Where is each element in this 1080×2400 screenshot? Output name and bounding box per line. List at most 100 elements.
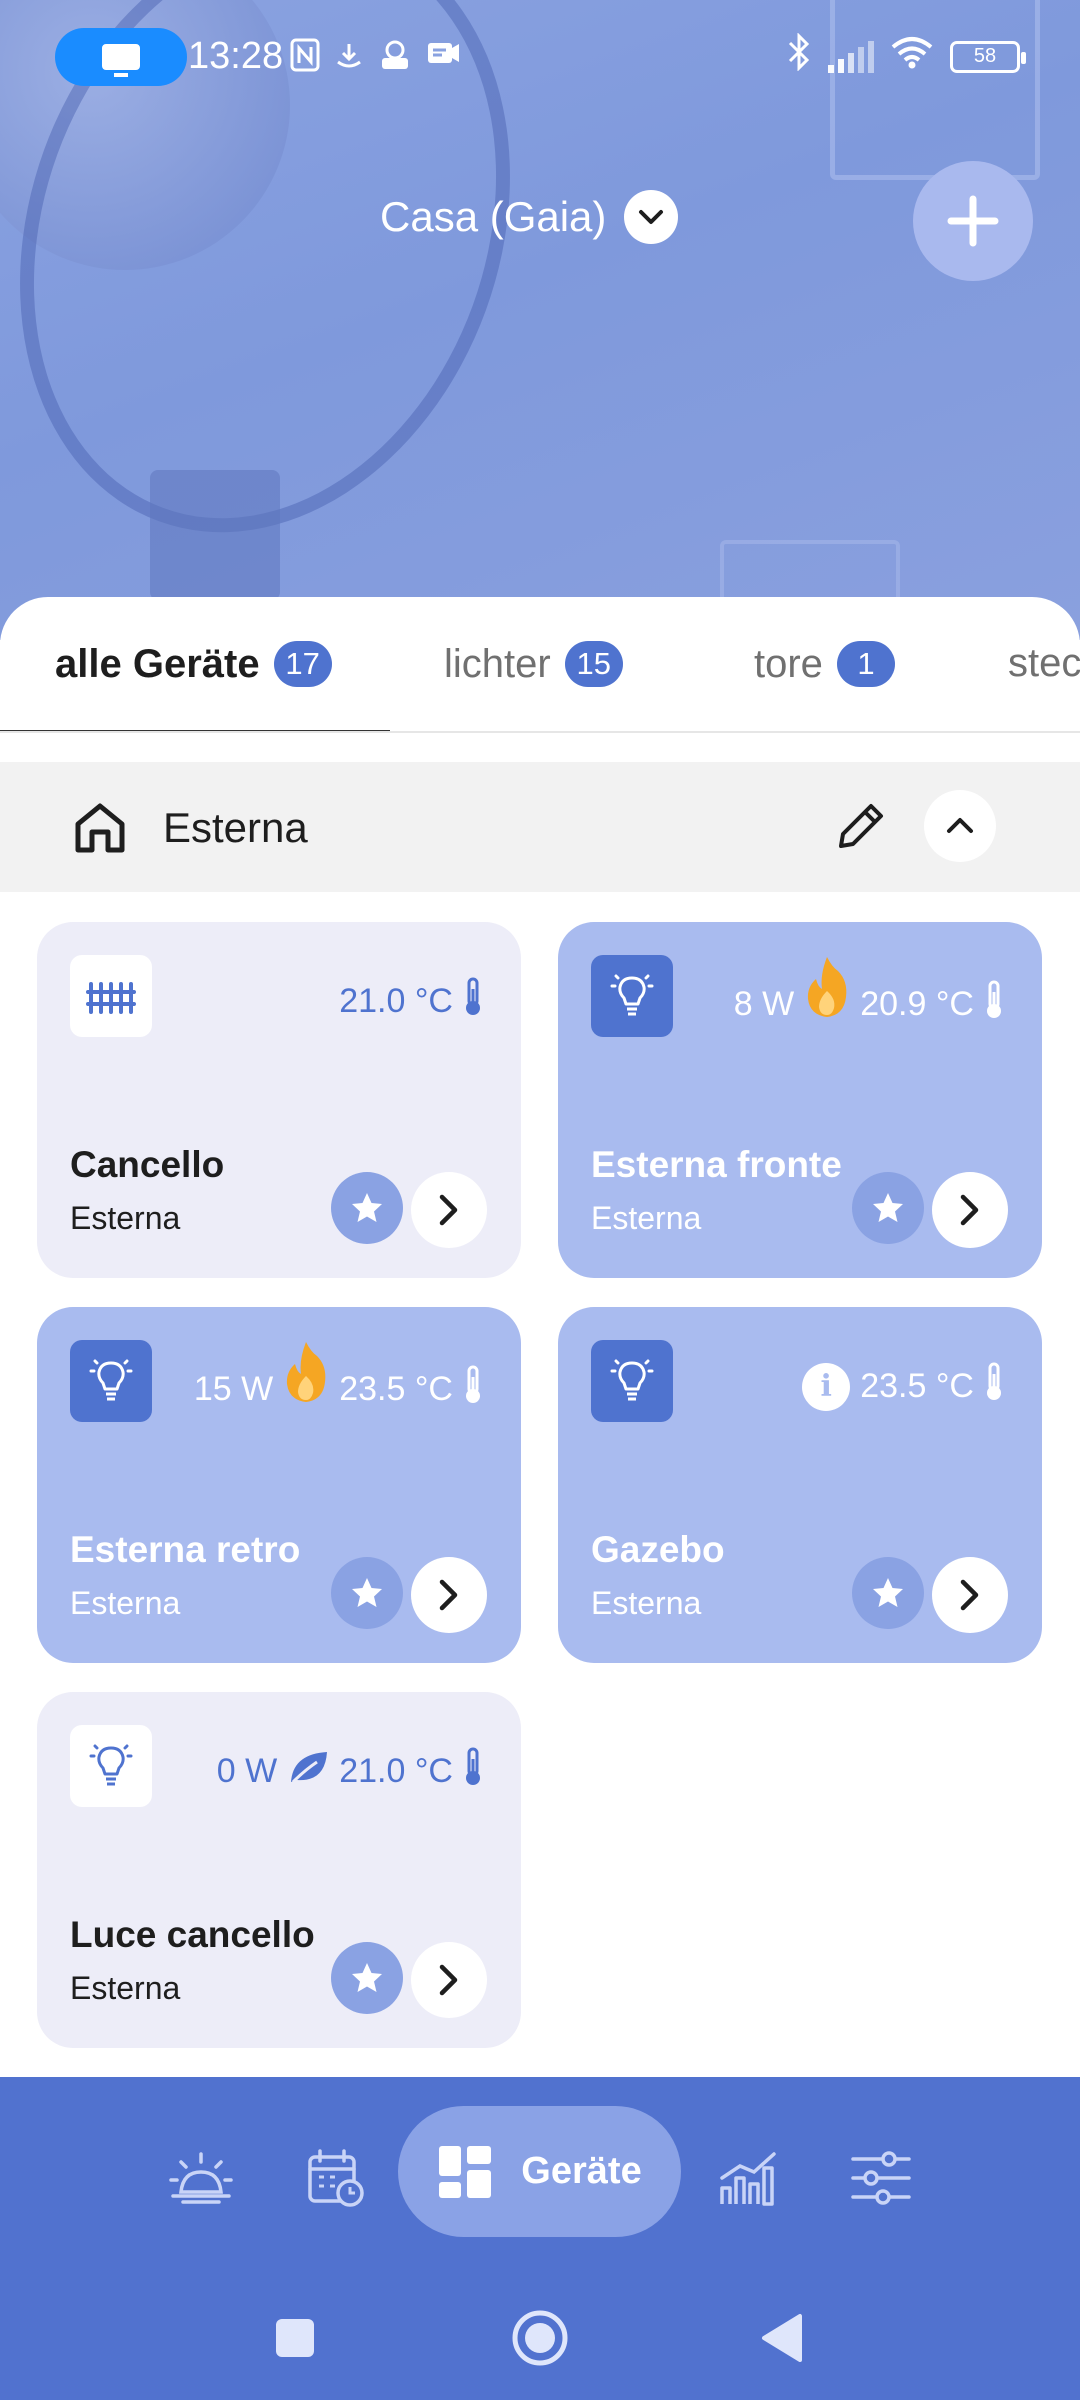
bulb-icon (591, 1340, 673, 1422)
recent-apps-button[interactable] (260, 2303, 330, 2373)
category-tabs: alle Geräte 17 lichter 15 tore 1 stec (0, 597, 1080, 733)
device-room: Esterna (70, 1200, 181, 1236)
calendar-icon[interactable] (300, 2143, 370, 2213)
temperature-value: 23.5 °C (339, 1370, 453, 1408)
leaf-icon (287, 1748, 329, 1795)
power-value: 8 W (733, 985, 795, 1023)
nav-active-label: Geräte (521, 2150, 642, 2192)
tab-all-devices[interactable]: alle Geräte 17 (55, 641, 332, 687)
open-device-button[interactable] (411, 1942, 487, 2018)
plus-icon (947, 195, 999, 247)
tab-label: stec (1008, 641, 1080, 685)
fire-icon (283, 1342, 329, 1417)
star-icon (352, 1193, 382, 1222)
tab-sockets[interactable]: stec (1008, 641, 1080, 686)
thermometer-icon (984, 980, 1004, 1029)
home-button[interactable] (505, 2303, 575, 2373)
tab-label: tore (754, 641, 823, 686)
nfc-icon (290, 38, 320, 80)
back-button[interactable] (748, 2303, 818, 2373)
device-card-esterna-retro[interactable]: 15 W 23.5 °C Esterna retro Esterna (37, 1307, 521, 1663)
device-name: Gazebo (591, 1529, 725, 1570)
device-card-luce-cancello[interactable]: 0 W 21.0 °C Luce cancello Esterna (37, 1692, 521, 2048)
device-room: Esterna (591, 1200, 702, 1236)
tab-count-badge: 1 (836, 641, 895, 687)
power-value: 0 W (216, 1752, 278, 1790)
chevron-up-icon[interactable] (924, 790, 996, 862)
open-device-button[interactable] (411, 1557, 487, 1633)
device-room: Esterna (70, 1585, 181, 1621)
wifi-icon (890, 35, 934, 78)
cast-icon[interactable] (55, 28, 187, 86)
star-icon (352, 1578, 382, 1607)
device-name: Esterna fronte (591, 1144, 842, 1185)
tab-gates[interactable]: tore 1 (754, 641, 895, 687)
status-bar: 13:28 58 (0, 0, 1080, 112)
info-icon[interactable]: i (802, 1362, 851, 1411)
gate-icon (70, 955, 152, 1037)
tab-lights[interactable]: lichter 15 (444, 641, 623, 687)
open-device-button[interactable] (411, 1172, 487, 1248)
chevron-right-icon (439, 1579, 458, 1611)
chevron-down-icon[interactable] (624, 190, 679, 244)
device-name: Esterna retro (70, 1529, 301, 1570)
chevron-right-icon (439, 1194, 458, 1226)
favorite-button[interactable] (331, 1172, 403, 1244)
bulb-icon (70, 1340, 152, 1422)
temperature-value: 23.5 °C (860, 1367, 974, 1405)
devices-icon (439, 2145, 492, 2198)
chevron-right-icon (960, 1579, 979, 1611)
devices-sheet: alle Geräte 17 lichter 15 tore 1 stec Es… (0, 597, 1080, 2077)
device-room: Esterna (70, 1970, 181, 2006)
temperature-value: 21.0 °C (339, 982, 453, 1020)
statistics-icon[interactable] (713, 2143, 783, 2213)
device-name: Cancello (70, 1144, 225, 1185)
star-icon (352, 1963, 382, 1992)
temperature-value: 20.9 °C (860, 985, 974, 1023)
download-icon (334, 38, 364, 80)
battery-icon: 58 (950, 40, 1026, 73)
favorite-button[interactable] (331, 1942, 403, 2014)
open-device-button[interactable] (932, 1557, 1008, 1633)
open-device-button[interactable] (932, 1172, 1008, 1248)
favorite-button[interactable] (331, 1557, 403, 1629)
pencil-icon[interactable] (833, 798, 889, 859)
favorite-button[interactable] (852, 1172, 924, 1244)
message-icon (426, 38, 460, 80)
thermometer-icon (463, 1365, 483, 1414)
signal-icon (828, 40, 874, 73)
room-title: Esterna (163, 804, 308, 851)
thermometer-icon (463, 977, 483, 1026)
tab-label: alle Geräte (55, 641, 260, 686)
nav-devices[interactable]: Geräte (398, 2106, 681, 2237)
settings-sliders-icon[interactable] (846, 2143, 916, 2213)
bluetooth-icon (786, 32, 812, 80)
device-name: Luce cancello (70, 1914, 315, 1955)
device-card-gazebo[interactable]: i 23.5 °C Gazebo Esterna (558, 1307, 1042, 1663)
tab-count-badge: 17 (273, 641, 332, 687)
thermometer-icon (463, 1747, 483, 1796)
star-icon (873, 1578, 903, 1607)
app-notification-icon (378, 38, 412, 80)
bottom-navigation: Geräte (0, 2077, 1080, 2400)
favorite-button[interactable] (852, 1557, 924, 1629)
chevron-right-icon (439, 1964, 458, 1996)
power-value: 15 W (193, 1370, 274, 1408)
tab-label: lichter (444, 641, 551, 686)
add-device-button[interactable] (913, 161, 1033, 281)
tab-count-badge: 15 (564, 641, 623, 687)
device-card-cancello[interactable]: 21.0 °C Cancello Esterna (37, 922, 521, 1278)
temperature-value: 21.0 °C (339, 1752, 453, 1790)
room-header[interactable]: Esterna (0, 762, 1080, 892)
bulb-icon (70, 1725, 152, 1807)
device-card-esterna-fronte[interactable]: 8 W 20.9 °C Esterna fronte Esterna (558, 922, 1042, 1278)
sunrise-icon[interactable] (166, 2143, 236, 2213)
bulb-icon (591, 955, 673, 1037)
device-room: Esterna (591, 1585, 702, 1621)
fire-icon (804, 957, 850, 1032)
status-time: 13:28 (188, 35, 284, 77)
home-selector[interactable]: Casa (Gaia) (380, 190, 679, 244)
battery-level: 58 (973, 45, 997, 67)
home-title: Casa (Gaia) (380, 193, 607, 240)
home-icon (72, 800, 128, 861)
